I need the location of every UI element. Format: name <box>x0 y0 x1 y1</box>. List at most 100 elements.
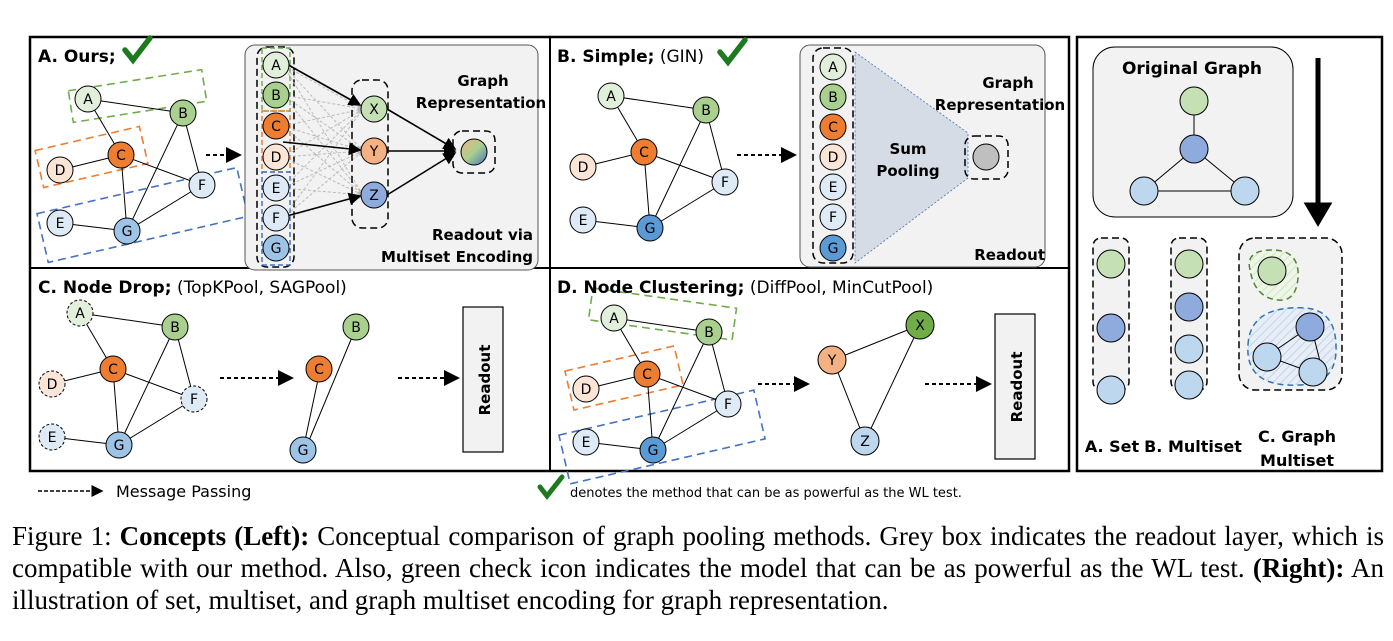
orig-node-green <box>1179 86 1209 116</box>
orig-node-left <box>1129 176 1159 206</box>
multiset-node <box>1174 249 1204 279</box>
a-readout-caption-2: Multiset Encoding <box>381 248 533 266</box>
orig-node-center <box>1179 134 1209 164</box>
node-label: B <box>828 90 838 106</box>
node-label: E <box>56 216 65 232</box>
node-label: A <box>828 60 838 76</box>
node-label: F <box>829 210 837 226</box>
node-label: E <box>48 430 57 446</box>
label-graph-multiset-2: Multiset <box>1260 451 1334 470</box>
node-label: B <box>271 88 281 104</box>
figure: ABCDEFGABCDEFGXYZABCDEFGABCDEFGABCDEFGCB… <box>28 35 1384 501</box>
edge <box>304 329 356 451</box>
panel-d-title: D. Node Clustering; (DiffPool, MinCutPoo… <box>557 278 933 298</box>
label-graph-multiset-1: C. Graph <box>1258 427 1336 446</box>
node-label: B <box>704 325 714 341</box>
d-readout-label: Readout <box>1008 352 1026 423</box>
gm-node-dark <box>1295 312 1325 342</box>
node-label: A <box>606 89 616 105</box>
gm-node-left <box>1252 342 1282 372</box>
node-label: X <box>369 102 379 118</box>
panel-a-title: A. Ours; <box>38 47 116 67</box>
node-label: C <box>108 362 118 378</box>
node-label: D <box>55 163 66 179</box>
node-label: G <box>271 241 282 257</box>
node-label: C <box>271 119 281 135</box>
node-label: C <box>116 148 126 164</box>
b-sum-pooling-1: Sum <box>889 140 926 158</box>
edge <box>79 312 176 328</box>
node-label: D <box>271 150 282 166</box>
node-label: C <box>828 120 838 136</box>
node-label: A <box>609 311 619 327</box>
set-node-dark <box>1096 313 1126 343</box>
node-label: B <box>170 320 180 336</box>
b-graph-representation-node <box>972 143 1000 171</box>
c-readout-label: Readout <box>476 345 494 416</box>
a-check-icon <box>122 35 153 65</box>
gm-node-green <box>1257 256 1287 286</box>
node-label: E <box>272 181 281 197</box>
b-graph-rep-title-1: Graph <box>982 74 1033 92</box>
b-check-icon <box>717 37 748 67</box>
edge <box>864 324 921 442</box>
multiset-node <box>1174 292 1204 322</box>
legend-check-icon <box>537 474 565 501</box>
caption-prefix: Figure 1: <box>12 521 120 551</box>
node-label: D <box>47 377 58 393</box>
node-label: F <box>198 178 206 194</box>
panel-b-title: B. Simple; (GIN) <box>557 47 704 67</box>
a-graph-rep-title-2: Representation <box>416 94 546 112</box>
set-node-light <box>1096 375 1126 405</box>
multiset-node <box>1174 370 1204 400</box>
node-label: Z <box>369 188 379 204</box>
node-label: C <box>639 145 649 161</box>
edge <box>87 98 184 114</box>
label-set: A. Set <box>1085 437 1140 456</box>
figure-caption: Figure 1: Concepts (Left): Conceptual co… <box>12 520 1384 616</box>
node-label: G <box>114 438 125 454</box>
node-label: Z <box>860 434 870 450</box>
b-sum-pooling-2: Pooling <box>876 162 939 180</box>
legend-message-passing: Message Passing <box>116 482 251 501</box>
panel-c-title: C. Node Drop; (TopKPool, SAGPool) <box>38 278 347 298</box>
node-label: A <box>75 306 85 322</box>
a-graph-rep-title-1: Graph <box>457 72 508 90</box>
original-graph-title: Original Graph <box>1122 59 1262 79</box>
node-label: D <box>581 382 592 398</box>
node-label: Y <box>369 144 379 160</box>
multiset-node <box>1174 334 1204 364</box>
node-label: B <box>178 106 188 122</box>
node-label: Y <box>827 353 837 369</box>
node-label: A <box>83 92 93 108</box>
gm-node-right <box>1298 357 1328 387</box>
node-label: F <box>724 397 732 413</box>
node-label: C <box>314 362 324 378</box>
a-readout-caption-1: Readout via <box>432 226 533 244</box>
node-label: A <box>271 58 281 74</box>
node-label: G <box>828 241 839 257</box>
b-graph-rep-title-2: Representation <box>935 96 1065 114</box>
set-node-green <box>1096 249 1126 279</box>
node-label: F <box>190 392 198 408</box>
legend-check-note: denotes the method that can be as powerf… <box>570 486 962 501</box>
a-graph-representation-node <box>460 138 488 166</box>
node-label: E <box>829 180 838 196</box>
edge <box>610 95 707 111</box>
caption-bold-left: Concepts (Left): <box>119 521 310 551</box>
label-multiset: B. Multiset <box>1144 437 1242 456</box>
node-label: G <box>122 224 133 240</box>
node-label: D <box>578 160 589 176</box>
node-label: X <box>915 318 925 334</box>
node-label: G <box>298 443 309 459</box>
node-label: E <box>582 435 591 451</box>
orig-node-right <box>1230 176 1260 206</box>
node-label: B <box>351 320 361 336</box>
node-label: F <box>721 175 729 191</box>
node-label: D <box>828 150 839 166</box>
node-label: G <box>648 443 659 459</box>
node-label: C <box>642 367 652 383</box>
caption-bold-right: (Right): <box>1252 553 1345 583</box>
node-label: G <box>645 221 656 237</box>
node-label: B <box>701 103 711 119</box>
